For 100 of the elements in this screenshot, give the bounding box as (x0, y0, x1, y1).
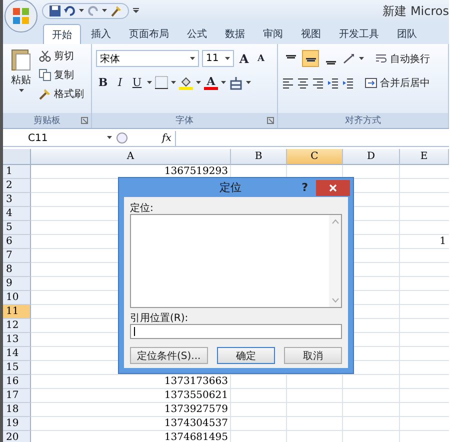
ribbon-tab[interactable]: 开始 (43, 24, 81, 44)
caret-icon[interactable] (102, 9, 107, 13)
fill-bucket-icon[interactable] (179, 76, 193, 90)
row-header[interactable]: 3 (3, 193, 31, 207)
caret-icon[interactable] (79, 9, 84, 13)
reference-field[interactable] (130, 324, 342, 339)
clipboard-button[interactable]: 剪切 (39, 47, 84, 64)
brush-icon[interactable] (39, 88, 51, 100)
wrap-lines-icon[interactable] (375, 52, 387, 64)
table-cell-text: 1 (438, 235, 447, 249)
font-size-field[interactable]: 11 (202, 50, 234, 67)
row-header[interactable]: 13 (3, 333, 31, 347)
row-header[interactable]: 4 (3, 207, 31, 221)
cancel-circle-icon[interactable] (116, 132, 128, 144)
font-name-field[interactable]: 宋体 (96, 50, 199, 67)
window-title: 新建 Micros (382, 2, 449, 20)
row-header[interactable]: 15 (3, 361, 31, 375)
reference-label: 引用位置(R): (130, 312, 190, 324)
column-header[interactable]: A (31, 149, 231, 165)
ribbon-tab[interactable]: 团队 (389, 24, 425, 44)
save-icon[interactable] (49, 5, 61, 17)
wrap-text-button[interactable]: 自动换行 (375, 50, 430, 67)
italic-button[interactable]: I (113, 74, 127, 91)
row-header[interactable]: 6 (3, 235, 31, 249)
clipboard-button[interactable]: 格式刷 (39, 85, 84, 102)
caret-icon[interactable] (171, 80, 176, 84)
name-box[interactable]: C11 (3, 132, 103, 144)
row-header[interactable]: 2 (3, 179, 31, 193)
ribbon-tab[interactable]: 审阅 (255, 24, 291, 44)
merge-cells-icon[interactable] (365, 76, 377, 88)
shrink-font-button[interactable]: A (254, 50, 268, 67)
dialog-title: 定位 (218, 180, 242, 195)
caret-icon[interactable] (147, 80, 152, 84)
align-center-icon[interactable] (297, 76, 309, 88)
dialog-button[interactable]: 定位条件(S)... (130, 347, 208, 364)
caret-icon[interactable] (225, 56, 230, 60)
column-header[interactable]: E (400, 149, 449, 165)
row-header[interactable]: 14 (3, 347, 31, 361)
dialog-button[interactable]: 取消 (284, 347, 342, 364)
paste-button[interactable]: 粘贴 (7, 47, 35, 113)
caret-icon[interactable] (359, 56, 364, 60)
row-header[interactable]: 7 (3, 249, 31, 263)
ribbon-tab[interactable]: 公式 (179, 24, 215, 44)
increase-indent-icon[interactable] (342, 76, 354, 88)
row-header[interactable]: 8 (3, 263, 31, 277)
caret-icon[interactable] (246, 80, 251, 84)
merge-center-button[interactable]: 合并后居中 (365, 74, 430, 91)
caret-icon[interactable] (190, 56, 195, 60)
decrease-indent-icon[interactable] (327, 76, 339, 88)
orientation-icon[interactable] (342, 52, 356, 64)
row-header[interactable]: 17 (3, 389, 31, 403)
row-header[interactable]: 10 (3, 291, 31, 305)
caret-icon[interactable] (107, 136, 112, 140)
row-header[interactable]: 9 (3, 277, 31, 291)
row-header[interactable]: 20 (3, 431, 31, 442)
insert-function-button[interactable]: fx (162, 132, 172, 144)
undo-icon[interactable] (64, 5, 76, 17)
help-button[interactable]: ? (302, 181, 308, 194)
borders-icon[interactable] (155, 76, 168, 89)
column-header[interactable]: C (287, 149, 343, 165)
group-label: 对齐方式 (345, 114, 381, 127)
dialog-launcher-icon[interactable] (81, 117, 88, 124)
brush-icon[interactable] (110, 5, 122, 17)
align-right-icon[interactable] (312, 76, 324, 88)
caret-icon[interactable] (18, 89, 24, 93)
underline-button[interactable]: U (130, 74, 144, 91)
group-label: 字体 (176, 114, 194, 127)
column-header[interactable]: D (343, 149, 400, 165)
font-color-button[interactable]: A (204, 75, 218, 90)
grow-font-button[interactable]: A (237, 50, 251, 67)
align-left-icon[interactable] (282, 76, 294, 88)
row-header[interactable]: 18 (3, 403, 31, 417)
caret-icon[interactable] (196, 80, 201, 84)
row-header[interactable]: 5 (3, 221, 31, 235)
row-header[interactable]: 12 (3, 319, 31, 333)
close-icon[interactable] (329, 184, 337, 192)
clipboard-button[interactable]: 复制 (39, 66, 84, 83)
table-cell-text: 1373927579 (163, 403, 229, 417)
bold-button[interactable]: B (96, 74, 110, 91)
clipboard-icon[interactable] (11, 47, 31, 71)
ribbon-tab[interactable]: 开发工具 (331, 24, 387, 44)
row-header[interactable]: 16 (3, 375, 31, 389)
dialog-button[interactable]: 确定 (216, 347, 275, 364)
ribbon-tab[interactable]: 数据 (217, 24, 253, 44)
copy-icon[interactable] (39, 68, 51, 80)
dialog-launcher-icon[interactable] (267, 117, 274, 124)
ribbon-tab[interactable]: 页面布局 (121, 24, 177, 44)
group-label: 剪贴板 (34, 114, 60, 127)
column-header[interactable]: B (231, 149, 287, 165)
row-header[interactable]: 1 (3, 165, 31, 179)
row-header[interactable]: 19 (3, 417, 31, 431)
scissors-icon[interactable] (39, 50, 51, 62)
go-to-list[interactable] (130, 214, 342, 308)
close-button[interactable] (316, 180, 350, 196)
table-cell-text: 1373173663 (163, 375, 229, 389)
caret-icon[interactable] (221, 80, 226, 84)
ribbon-tab[interactable]: 视图 (293, 24, 329, 44)
customize-icon[interactable] (133, 8, 139, 14)
row-header[interactable]: 11 (3, 305, 31, 319)
ribbon-tab[interactable]: 插入 (83, 24, 119, 44)
